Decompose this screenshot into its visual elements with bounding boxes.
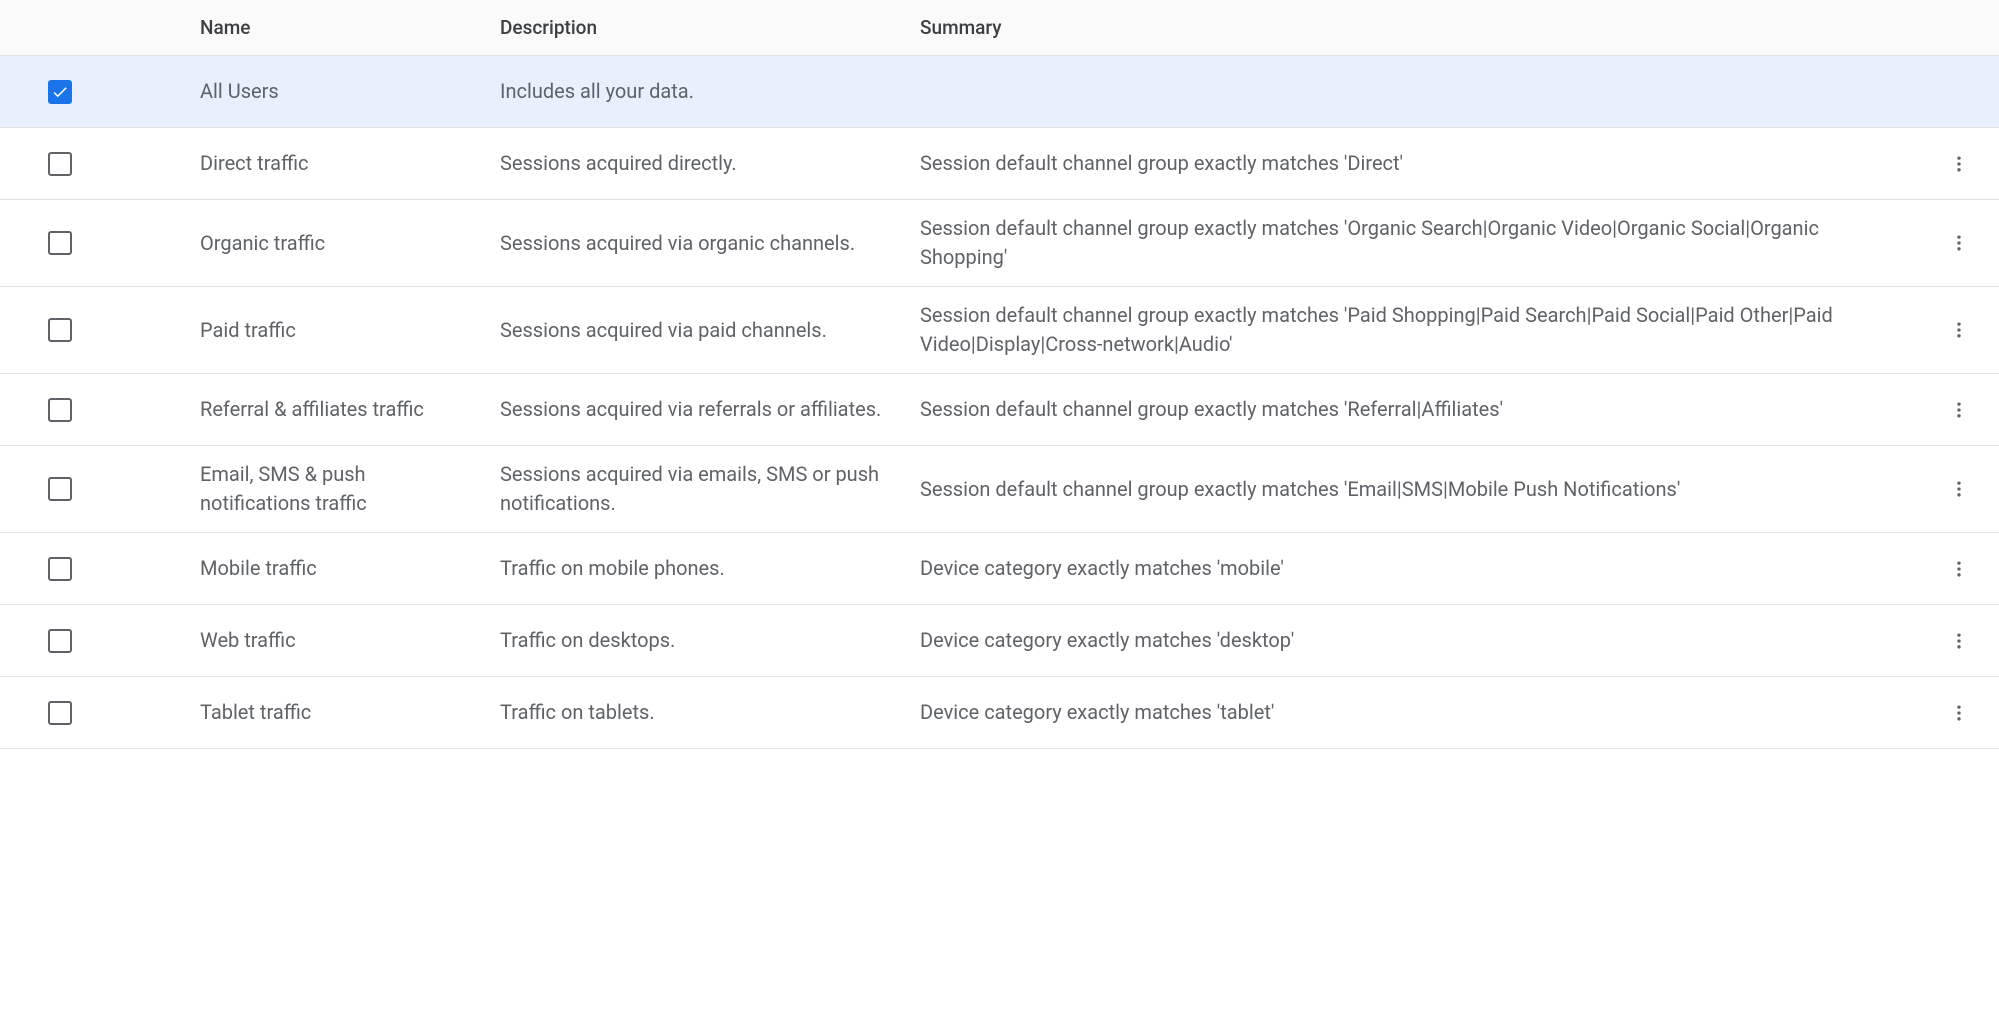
row-summary: Device category exactly matches 'desktop…: [920, 626, 1919, 655]
action-cell: [1919, 223, 1999, 263]
checkbox-cell: [0, 398, 200, 422]
table-row[interactable]: Organic trafficSessions acquired via org…: [0, 200, 1999, 287]
more-vert-icon[interactable]: [1939, 469, 1979, 509]
row-name: Tablet traffic: [200, 698, 500, 727]
checkbox-cell: [0, 152, 200, 176]
checkbox-cell: [0, 477, 200, 501]
table-row[interactable]: Mobile trafficTraffic on mobile phones.D…: [0, 533, 1999, 605]
checkbox-cell: [0, 629, 200, 653]
table-header-row: Name Description Summary: [0, 0, 1999, 56]
more-vert-icon[interactable]: [1939, 223, 1979, 263]
action-cell: [1919, 469, 1999, 509]
action-cell: [1919, 390, 1999, 430]
row-description: Includes all your data.: [500, 77, 920, 106]
row-checkbox[interactable]: [48, 477, 72, 501]
row-summary: Session default channel group exactly ma…: [920, 301, 1919, 359]
row-checkbox[interactable]: [48, 318, 72, 342]
row-summary: Device category exactly matches 'tablet': [920, 698, 1919, 727]
more-vert-icon[interactable]: [1939, 144, 1979, 184]
table-row[interactable]: Email, SMS & push notifications trafficS…: [0, 446, 1999, 533]
table-container: Name Description Summary All UsersInclud…: [0, 0, 1999, 749]
row-description: Traffic on desktops.: [500, 626, 920, 655]
more-vert-icon[interactable]: [1939, 310, 1979, 350]
row-description: Traffic on mobile phones.: [500, 554, 920, 583]
checkbox-cell: [0, 557, 200, 581]
table-row[interactable]: Referral & affiliates trafficSessions ac…: [0, 374, 1999, 446]
row-description: Sessions acquired directly.: [500, 149, 920, 178]
action-cell: [1919, 72, 1999, 112]
action-cell: [1919, 144, 1999, 184]
more-vert-icon[interactable]: [1939, 693, 1979, 733]
checkbox-cell: [0, 80, 200, 104]
row-name: All Users: [200, 77, 500, 106]
action-cell: [1919, 693, 1999, 733]
row-summary: Session default channel group exactly ma…: [920, 214, 1919, 272]
row-checkbox[interactable]: [48, 398, 72, 422]
action-cell: [1919, 621, 1999, 661]
row-name: Organic traffic: [200, 229, 500, 258]
row-checkbox[interactable]: [48, 701, 72, 725]
row-description: Sessions acquired via emails, SMS or pus…: [500, 460, 920, 518]
header-name: Name: [200, 16, 500, 39]
table-row[interactable]: Direct trafficSessions acquired directly…: [0, 128, 1999, 200]
more-vert-icon[interactable]: [1939, 390, 1979, 430]
row-name: Email, SMS & push notifications traffic: [200, 460, 500, 518]
row-name: Web traffic: [200, 626, 500, 655]
checkbox-cell: [0, 231, 200, 255]
action-cell: [1919, 310, 1999, 350]
row-name: Mobile traffic: [200, 554, 500, 583]
checkbox-cell: [0, 701, 200, 725]
header-description: Description: [500, 16, 920, 39]
more-vert-icon[interactable]: [1939, 549, 1979, 589]
row-description: Sessions acquired via referrals or affil…: [500, 395, 920, 424]
table-body: All UsersIncludes all your data.Direct t…: [0, 56, 1999, 749]
more-vert-icon[interactable]: [1939, 621, 1979, 661]
row-summary: Session default channel group exactly ma…: [920, 395, 1919, 424]
table-row[interactable]: Tablet trafficTraffic on tablets.Device …: [0, 677, 1999, 749]
row-description: Sessions acquired via organic channels.: [500, 229, 920, 258]
row-summary: Session default channel group exactly ma…: [920, 149, 1919, 178]
row-name: Direct traffic: [200, 149, 500, 178]
row-checkbox[interactable]: [48, 152, 72, 176]
row-summary: Device category exactly matches 'mobile': [920, 554, 1919, 583]
row-name: Paid traffic: [200, 316, 500, 345]
action-cell: [1919, 549, 1999, 589]
row-checkbox[interactable]: [48, 231, 72, 255]
row-description: Traffic on tablets.: [500, 698, 920, 727]
row-checkbox[interactable]: [48, 80, 72, 104]
table-row[interactable]: All UsersIncludes all your data.: [0, 56, 1999, 128]
row-checkbox[interactable]: [48, 629, 72, 653]
table-row[interactable]: Paid trafficSessions acquired via paid c…: [0, 287, 1999, 374]
row-name: Referral & affiliates traffic: [200, 395, 500, 424]
row-summary: Session default channel group exactly ma…: [920, 475, 1919, 504]
row-checkbox[interactable]: [48, 557, 72, 581]
comparisons-table: Name Description Summary All UsersInclud…: [0, 0, 1999, 749]
header-summary: Summary: [920, 16, 1919, 39]
checkbox-cell: [0, 318, 200, 342]
row-description: Sessions acquired via paid channels.: [500, 316, 920, 345]
table-row[interactable]: Web trafficTraffic on desktops.Device ca…: [0, 605, 1999, 677]
